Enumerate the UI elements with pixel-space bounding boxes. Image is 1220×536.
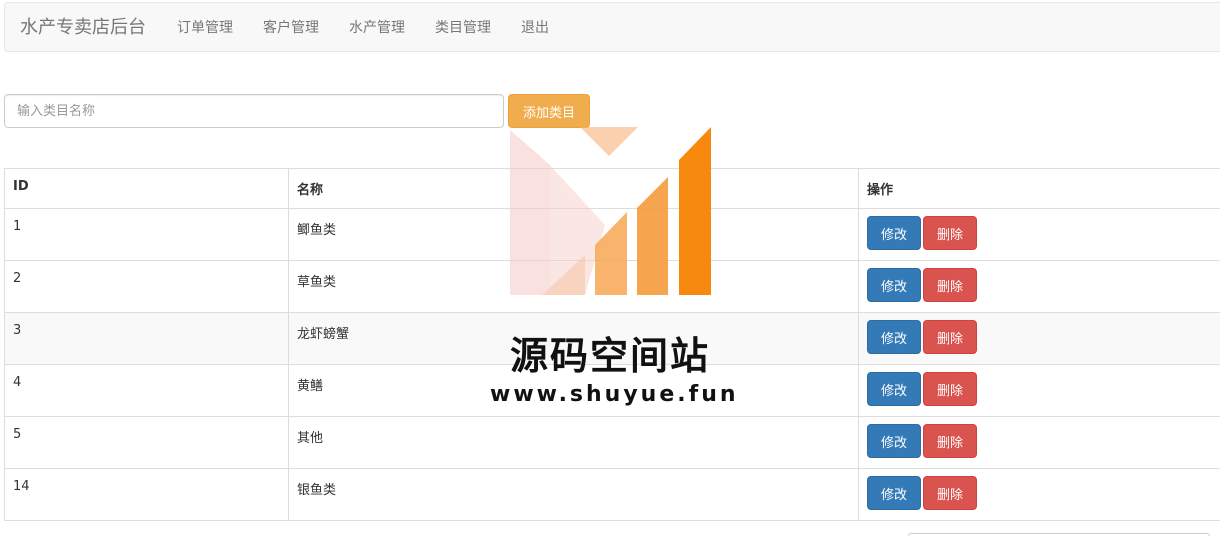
delete-button[interactable]: 删除: [923, 320, 977, 354]
cell-id: 5: [4, 416, 289, 469]
cell-id: 4: [4, 364, 289, 417]
cell-id: 14: [4, 468, 289, 521]
cell-name: 龙虾螃蟹: [288, 312, 859, 365]
edit-button[interactable]: 修改: [867, 372, 921, 406]
top-navbar: 水产专卖店后台 订单管理 客户管理 水产管理 类目管理 退出: [4, 2, 1220, 52]
edit-button[interactable]: 修改: [867, 476, 921, 510]
add-category-button[interactable]: 添加类目: [508, 94, 590, 128]
cell-name: 鲫鱼类: [288, 208, 859, 261]
cell-actions: 修改 删除: [858, 312, 1220, 365]
cell-name: 银鱼类: [288, 468, 859, 521]
delete-button[interactable]: 删除: [923, 216, 977, 250]
cell-name: 其他: [288, 416, 859, 469]
table-row: 3 龙虾螃蟹 修改 删除: [4, 312, 1220, 365]
nav-link-orders[interactable]: 订单管理: [162, 3, 248, 53]
column-header-actions: 操作: [858, 168, 1220, 209]
delete-button[interactable]: 删除: [923, 476, 977, 510]
cell-name: 草鱼类: [288, 260, 859, 313]
column-header-name: 名称: [288, 168, 859, 209]
cell-id: 2: [4, 260, 289, 313]
table-row: 5 其他 修改 删除: [4, 416, 1220, 469]
column-header-id: ID: [4, 168, 289, 209]
cell-actions: 修改 删除: [858, 260, 1220, 313]
edit-button[interactable]: 修改: [867, 268, 921, 302]
category-table: ID 名称 操作 1 鲫鱼类 修改 删除 2 草鱼类 修改 删除 3 龙虾螃蟹 修改…: [4, 168, 1220, 521]
delete-button[interactable]: 删除: [923, 372, 977, 406]
edit-button[interactable]: 修改: [867, 320, 921, 354]
cell-id: 1: [4, 208, 289, 261]
table-row: 4 黄鳝 修改 删除: [4, 364, 1220, 417]
delete-button[interactable]: 删除: [923, 268, 977, 302]
table-row: 1 鲫鱼类 修改 删除: [4, 208, 1220, 261]
delete-button[interactable]: 删除: [923, 424, 977, 458]
edit-button[interactable]: 修改: [867, 424, 921, 458]
table-row: 14 银鱼类 修改 删除: [4, 468, 1220, 521]
cell-name: 黄鳝: [288, 364, 859, 417]
edit-button[interactable]: 修改: [867, 216, 921, 250]
table-header-row: ID 名称 操作: [4, 168, 1220, 209]
cell-actions: 修改 删除: [858, 416, 1220, 469]
cell-actions: 修改 删除: [858, 364, 1220, 417]
navbar-menu: 订单管理 客户管理 水产管理 类目管理 退出: [162, 3, 564, 53]
nav-link-customers[interactable]: 客户管理: [248, 3, 334, 53]
navbar-brand[interactable]: 水产专卖店后台: [20, 3, 146, 53]
cell-id: 3: [4, 312, 289, 365]
cell-actions: 修改 删除: [858, 468, 1220, 521]
cell-actions: 修改 删除: [858, 208, 1220, 261]
nav-link-products[interactable]: 水产管理: [334, 3, 420, 53]
nav-link-logout[interactable]: 退出: [506, 3, 564, 53]
category-name-input[interactable]: [4, 94, 504, 128]
table-row: 2 草鱼类 修改 删除: [4, 260, 1220, 313]
nav-link-categories[interactable]: 类目管理: [420, 3, 506, 53]
